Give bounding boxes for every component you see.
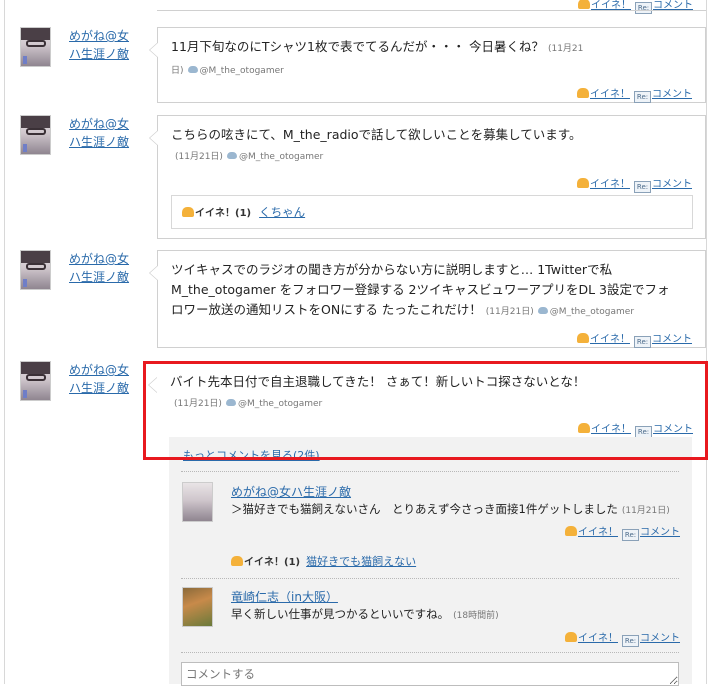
divider	[181, 578, 679, 579]
post-body: バイト先本日付で自主退職してきた！ さぁて！新しいトコ探さないとな！	[170, 374, 586, 389]
like-icon	[565, 632, 577, 642]
comment-icon: Re:	[634, 181, 651, 193]
post-actions: イイネ！ Re: コメント	[577, 175, 692, 193]
prev-bubble-bottom	[157, 10, 706, 11]
comment-icon: Re:	[634, 91, 651, 103]
avatar[interactable]	[20, 115, 51, 155]
post-bubble: ツイキャスでのラジオの聞き方が分からない方に説明しますと… 1Twitterで私…	[149, 250, 706, 348]
post-text: こちらの呟きにて、M_the_radioで話して欲しいことを募集しています。 (1…	[171, 125, 591, 167]
like-icon	[182, 207, 194, 217]
post-text: バイト先本日付で自主退職してきた！ さぁて！新しいトコ探さないとな！ (11月21…	[170, 372, 590, 414]
post-text: 11月下旬なのにTシャツ1枚で表でてるんだが・・・ 今日暑くね？ (11月21日)…	[171, 37, 591, 81]
comment-username[interactable]: 竜崎仁志（in大阪）	[231, 588, 338, 605]
like-link[interactable]: イイネ！	[590, 89, 630, 100]
like-link[interactable]: イイネ！	[590, 334, 630, 345]
avatar[interactable]	[20, 361, 51, 401]
like-icon	[577, 178, 589, 188]
like-icon	[577, 333, 589, 343]
comment-icon: Re:	[622, 529, 639, 541]
comment-like-link[interactable]: イイネ！	[578, 633, 618, 644]
comment-actions: イイネ！ Re: コメント	[565, 629, 680, 647]
comment-date: (11月21日)	[621, 506, 670, 516]
like-icon	[578, 0, 590, 9]
comment-icon: Re:	[634, 336, 651, 348]
left-frame-border	[4, 0, 5, 684]
comment-avatar[interactable]	[182, 482, 213, 522]
post-handle[interactable]: @M_the_otogamer	[238, 399, 322, 409]
comment-like-link[interactable]: イイネ！	[578, 527, 618, 538]
post-username[interactable]: めがね@女ハ生涯ノ敵	[69, 361, 139, 397]
twitter-icon	[187, 66, 198, 73]
like-icon	[565, 526, 577, 536]
avatar[interactable]	[20, 250, 51, 290]
comment-text: 早く新しい仕事が見つかるといいですね。 (18時間前)	[231, 606, 499, 622]
comment-link[interactable]: コメント	[652, 334, 692, 345]
right-frame-border	[706, 0, 707, 684]
post-username[interactable]: めがね@女ハ生涯ノ敵	[69, 250, 139, 286]
prev-post-actions: イイネ！ Re: コメント	[578, 0, 693, 14]
comment-text: ＞猫好きでも猫飼えないさん とりあえず今さっき面接1件ゲットしました (11月21…	[231, 501, 670, 517]
comment-actions: イイネ！ Re: コメント	[565, 523, 680, 541]
liker-name[interactable]: くちゃん	[259, 205, 305, 219]
comment-date: (18時間前)	[453, 611, 499, 621]
post-date: (11月21日)	[175, 152, 223, 162]
post-username[interactable]: めがね@女ハ生涯ノ敵	[69, 115, 139, 151]
comment-link[interactable]: コメント	[652, 89, 692, 100]
comment-input[interactable]	[181, 662, 679, 686]
likes-count: イイネ！(1)	[195, 208, 252, 219]
post-bubble: こちらの呟きにて、M_the_radioで話して欲しいことを募集しています。 (1…	[149, 115, 706, 239]
comment-reply-link[interactable]: コメント	[640, 527, 680, 538]
like-link[interactable]: イイネ！	[590, 179, 630, 190]
twitter-icon	[225, 399, 236, 406]
divider	[181, 652, 679, 653]
comment-link[interactable]: コメント	[653, 424, 693, 435]
comment-body: ＞猫好きでも猫飼えないさん とりあえず今さっき面接1件ゲットしました	[231, 502, 618, 516]
comment-reply-link[interactable]: コメント	[640, 633, 680, 644]
more-comments-link[interactable]: もっとコメントを見る(2件)	[183, 447, 320, 463]
post-handle[interactable]: @M_the_otogamer	[550, 307, 634, 317]
divider	[181, 471, 679, 472]
avatar[interactable]	[20, 27, 51, 67]
comment-likes-count: イイネ！(1)	[244, 557, 301, 568]
post-body: 11月下旬なのにTシャツ1枚で表でてるんだが・・・ 今日暑くね？	[171, 39, 544, 54]
comment-thread: もっとコメントを見る(2件) めがね@女ハ生涯ノ敵 ＞猫好きでも猫飼えないさん …	[169, 437, 692, 686]
comment-likes: イイネ！(1) 猫好きでも猫飼えない	[231, 553, 416, 569]
post-actions: イイネ！ Re: コメント	[577, 330, 692, 348]
comment-body: 早く新しい仕事が見つかるといいですね。	[231, 607, 450, 621]
like-icon	[577, 88, 589, 98]
post-date: (11月21日)	[485, 307, 534, 317]
post-handle[interactable]: @M_the_otogamer	[239, 152, 323, 162]
comment-avatar[interactable]	[182, 587, 213, 627]
post-username[interactable]: めがね@女ハ生涯ノ敵	[69, 27, 139, 63]
like-link[interactable]: イイネ！	[591, 424, 631, 435]
comment-link[interactable]: コメント	[652, 179, 692, 190]
post-body: こちらの呟きにて、M_the_radioで話して欲しいことを募集しています。	[171, 127, 582, 142]
post-actions: イイネ！ Re: コメント	[577, 85, 692, 103]
twitter-icon	[537, 307, 548, 314]
post-actions: イイネ！ Re: コメント	[578, 420, 693, 438]
post-handle[interactable]: @M_the_otogamer	[200, 66, 284, 76]
post-bubble: 11月下旬なのにTシャツ1枚で表でてるんだが・・・ 今日暑くね？ (11月21日)…	[149, 27, 706, 103]
like-icon	[231, 556, 243, 566]
post-date: (11月21日)	[174, 399, 222, 409]
comment-username[interactable]: めがね@女ハ生涯ノ敵	[231, 483, 351, 500]
comment-liker-name[interactable]: 猫好きでも猫飼えない	[306, 555, 416, 568]
comment-icon: Re:	[635, 2, 652, 14]
comment-icon: Re:	[622, 635, 639, 647]
like-icon	[578, 423, 590, 433]
post-text: ツイキャスでのラジオの聞き方が分からない方に説明しますと… 1Twitterで私…	[171, 260, 671, 322]
likes-box: イイネ！(1) くちゃん	[171, 195, 693, 229]
twitter-icon	[226, 152, 237, 159]
